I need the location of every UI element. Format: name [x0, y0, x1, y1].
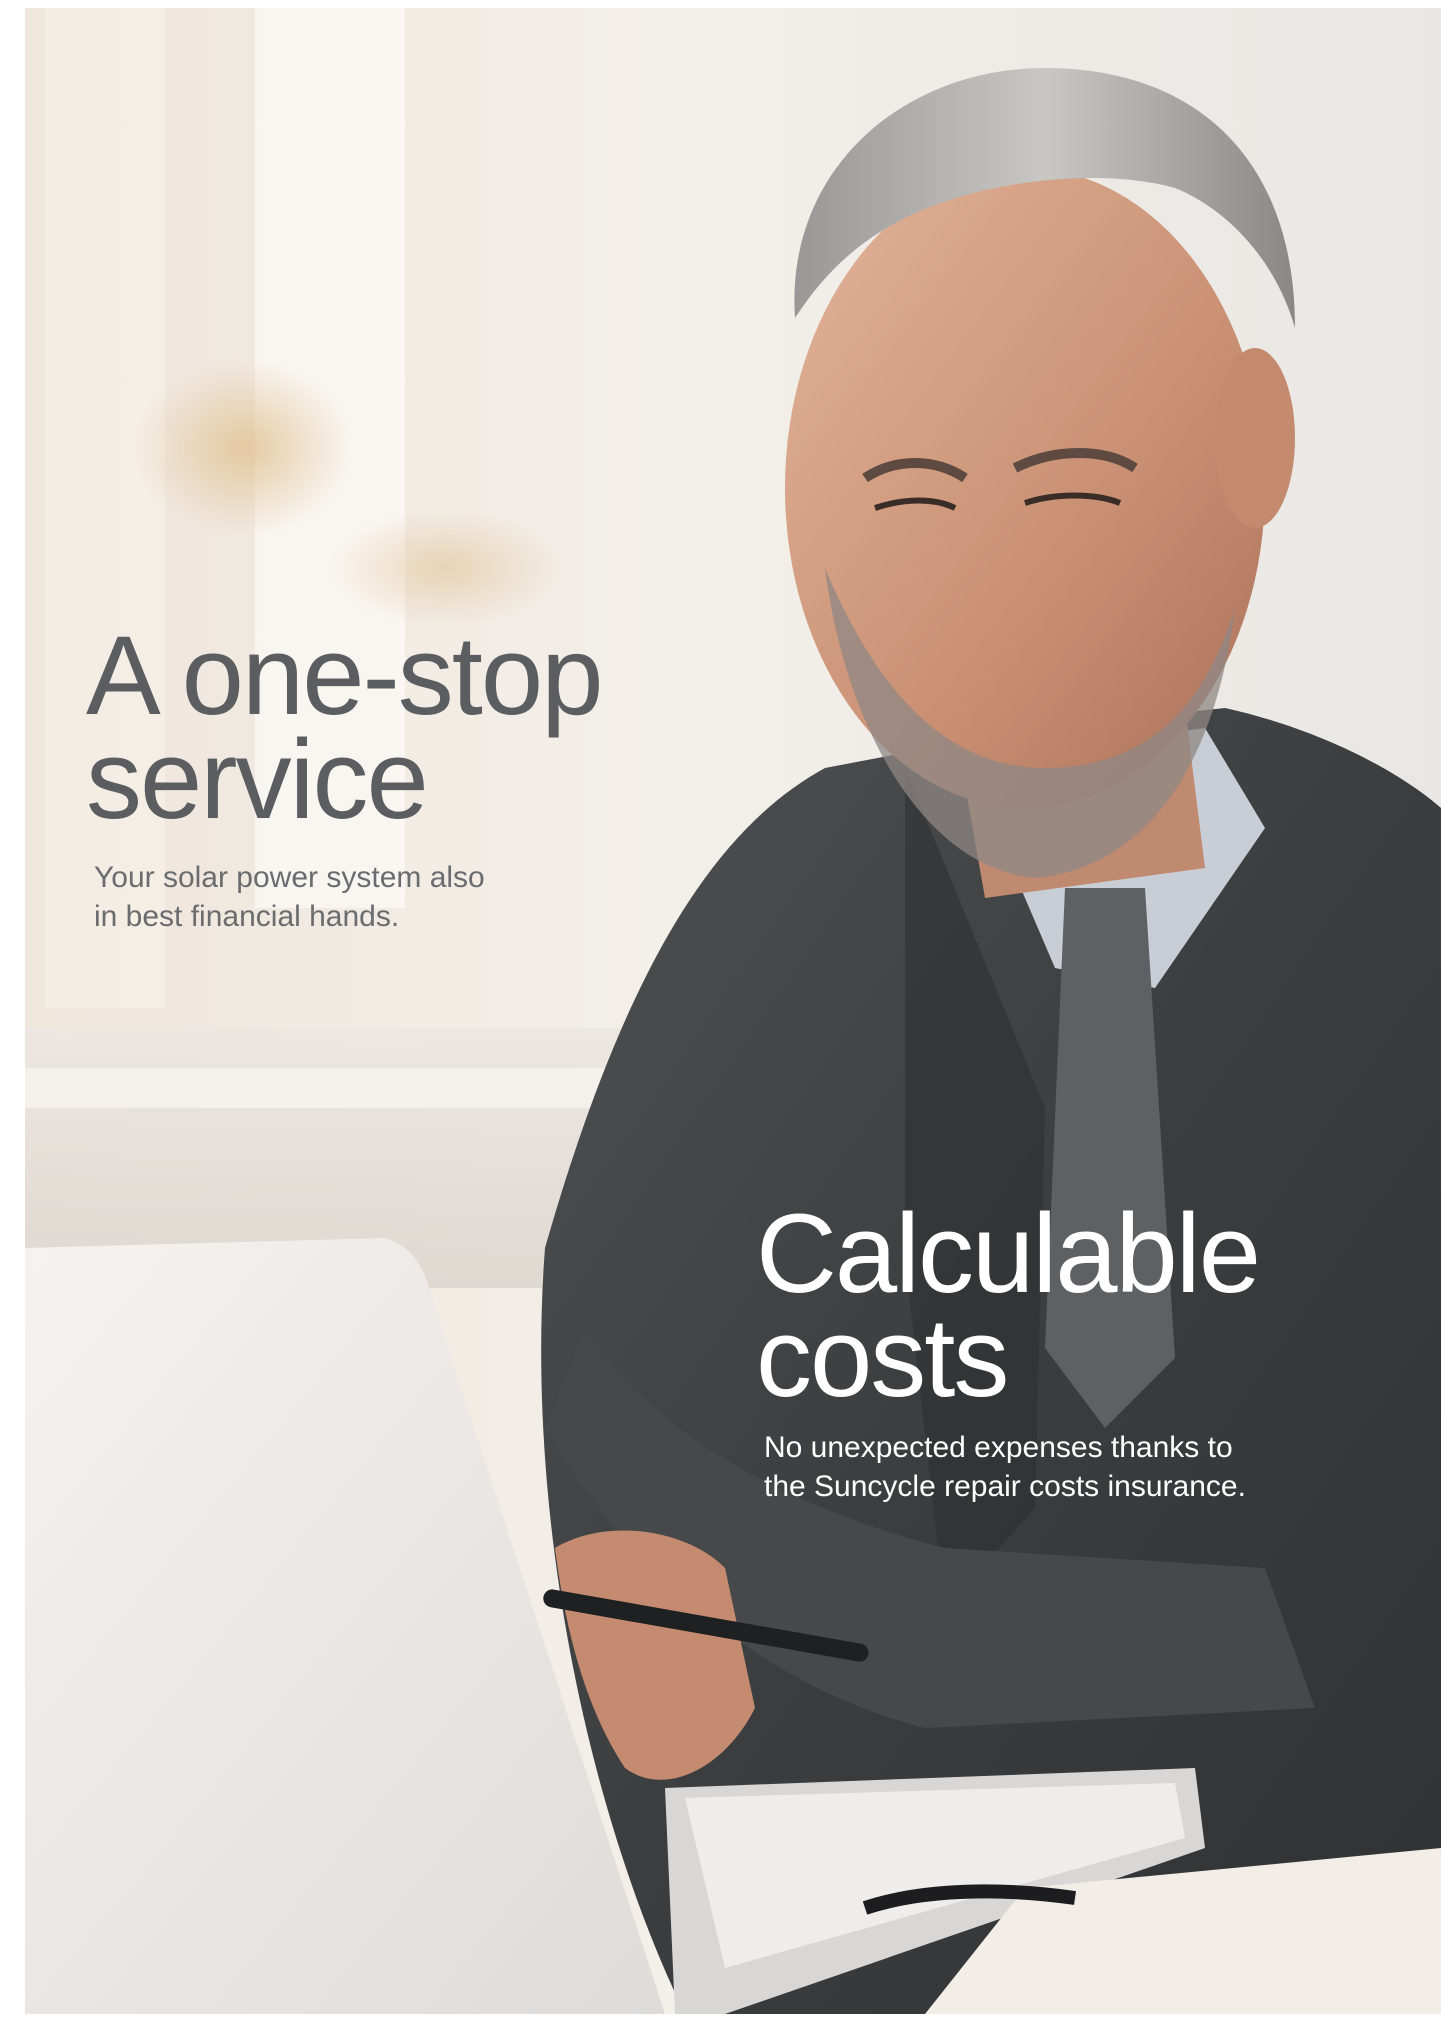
one-stop-subtitle-line2: in best financial hands.: [94, 900, 400, 933]
one-stop-subtitle: Your solar power system also in best fin…: [94, 858, 574, 936]
calculable-costs-subtitle-line2: the Suncycle repair costs insurance.: [764, 1470, 1246, 1503]
calculable-costs-subtitle: No unexpected expenses thanks to the Sun…: [764, 1428, 1384, 1506]
businessman-photo: [25, 8, 1441, 2014]
one-stop-heading-line2: service: [86, 717, 429, 843]
background-photo: [25, 8, 1441, 2014]
calculable-costs-heading-line2: costs: [756, 1295, 1009, 1421]
brochure-page: A one-stop service Your solar power syst…: [0, 0, 1441, 2022]
one-stop-subtitle-line1: Your solar power system also: [94, 861, 485, 894]
one-stop-heading: A one-stop service: [86, 620, 686, 836]
calculable-costs-heading: Calculable costs: [756, 1198, 1376, 1414]
calculable-costs-subtitle-line1: No unexpected expenses thanks to: [764, 1431, 1233, 1464]
